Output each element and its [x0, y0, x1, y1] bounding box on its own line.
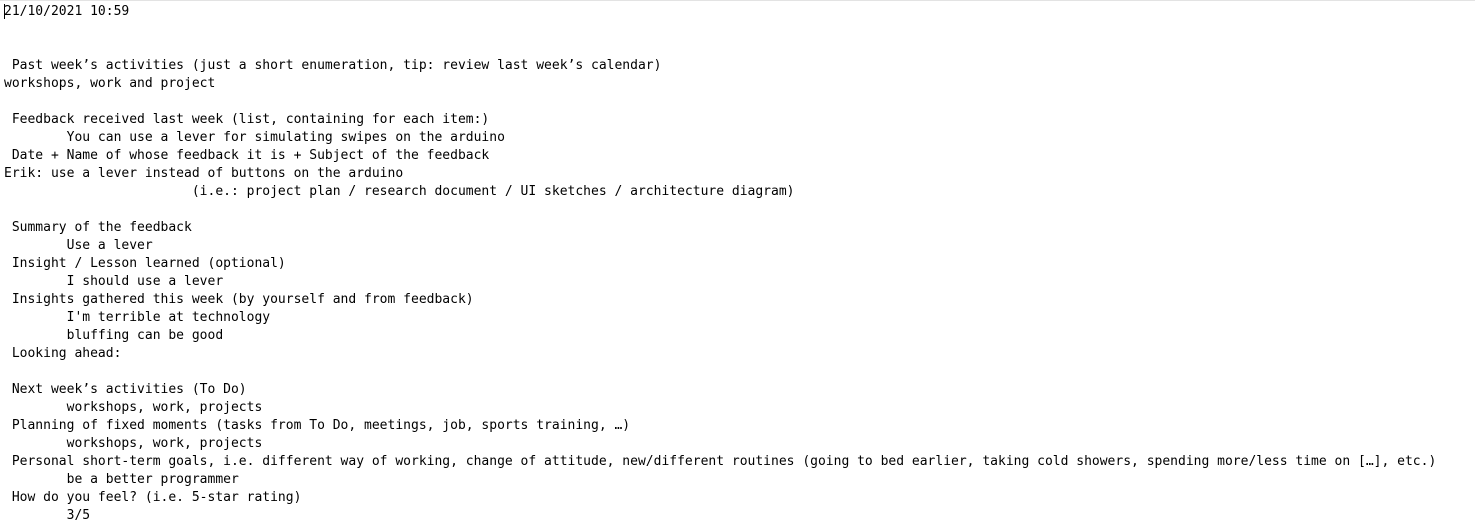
text-line: Erik: use a lever instead of buttons on …: [4, 166, 404, 181]
text-line: [4, 93, 1475, 111]
text-line: [4, 363, 1475, 381]
text-line: [4, 39, 1475, 57]
text-line: Summary of the feedback: [4, 220, 192, 235]
text-editor-area[interactable]: 21/10/2021 10:59 Past week’s activities …: [0, 0, 1475, 524]
document-text: 21/10/2021 10:59 Past week’s activities …: [4, 3, 1475, 525]
text-line: 21/10/2021 10:59: [4, 4, 130, 19]
text-line: Planning of fixed moments (tasks from To…: [4, 418, 631, 433]
text-line: be a better programmer: [4, 472, 239, 487]
text-line: I'm terrible at technology: [4, 310, 271, 325]
text-line: Past week’s activities (just a short enu…: [4, 58, 662, 73]
text-line: 3/5: [4, 508, 91, 523]
text-line: workshops, work, projects: [4, 436, 263, 451]
text-line: [4, 201, 1475, 219]
text-line: I should use a lever: [4, 274, 224, 289]
text-line: Next week’s activities (To Do): [4, 382, 247, 397]
text-line: Date + Name of whose feedback it is + Su…: [4, 148, 490, 163]
text-line: Insight / Lesson learned (optional): [4, 256, 286, 271]
text-line: Insights gathered this week (by yourself…: [4, 292, 474, 307]
text-line: How do you feel? (i.e. 5-star rating): [4, 490, 302, 505]
text-line: (i.e.: project plan / research document …: [4, 184, 795, 199]
text-line: Use a lever: [4, 238, 153, 253]
text-line: Personal short-term goals, i.e. differen…: [4, 454, 1437, 469]
text-line: [4, 21, 1475, 39]
text-line: Looking ahead:: [4, 346, 122, 361]
text-line: bluffing can be good: [4, 328, 224, 343]
text-line: Feedback received last week (list, conta…: [4, 112, 490, 127]
text-line: You can use a lever for simulating swipe…: [4, 130, 505, 145]
text-line: workshops, work, projects: [4, 400, 263, 415]
text-line: workshops, work and project: [4, 76, 216, 91]
